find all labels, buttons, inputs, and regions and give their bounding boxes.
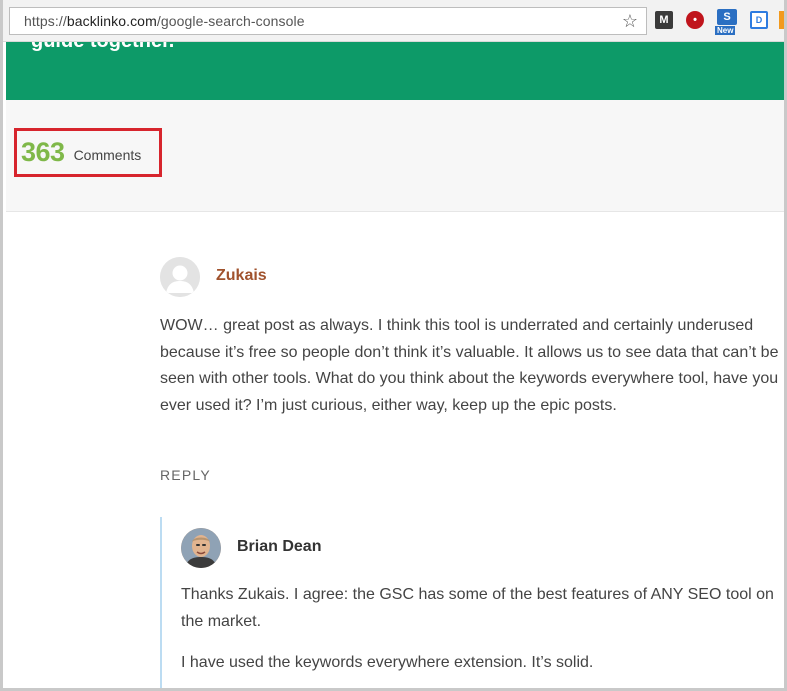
reply-paragraph: I have used the keywords everywhere exte… — [181, 654, 594, 671]
address-bar[interactable]: https://backlinko.com/google-search-cons… — [9, 7, 647, 35]
comments-label: Comments — [73, 146, 142, 163]
reply-author[interactable]: Brian Dean — [237, 538, 321, 556]
page-frame: https://backlinko.com/google-search-cons… — [0, 0, 787, 691]
star-icon[interactable]: ☆ — [622, 12, 638, 30]
comment-text: WOW… great post as always. I think this … — [160, 317, 779, 414]
s-extension-icon[interactable]: S — [717, 9, 737, 25]
comments-count-highlight: 363 Comments — [14, 128, 162, 177]
default-avatar-icon — [160, 257, 200, 297]
banner-text: guide together. — [31, 42, 174, 53]
d-extension-icon[interactable]: D — [750, 11, 768, 29]
url-host: backlinko.com — [66, 13, 157, 29]
orange-extension-icon[interactable] — [779, 11, 784, 29]
url-path: /google-search-console — [156, 13, 305, 29]
new-badge: New — [715, 26, 736, 35]
reply-paragraph: Thanks Zukais. I agree: the GSC has some… — [181, 586, 774, 630]
reply-button[interactable]: REPLY — [160, 467, 211, 483]
m-extension-icon[interactable]: M — [655, 11, 673, 29]
comments-header: 363 Comments — [6, 100, 784, 212]
comment-author[interactable]: Zukais — [216, 267, 267, 285]
red-extension-icon[interactable]: • — [686, 11, 704, 29]
article-banner: guide together. — [6, 42, 784, 100]
browser-toolbar: https://backlinko.com/google-search-cons… — [3, 0, 784, 42]
author-photo — [181, 528, 221, 568]
url-prefix: https:// — [24, 13, 67, 29]
reply-thread-line — [160, 517, 162, 688]
url-text: https://backlinko.com/google-search-cons… — [24, 13, 305, 29]
comments-count: 363 — [21, 137, 65, 167]
